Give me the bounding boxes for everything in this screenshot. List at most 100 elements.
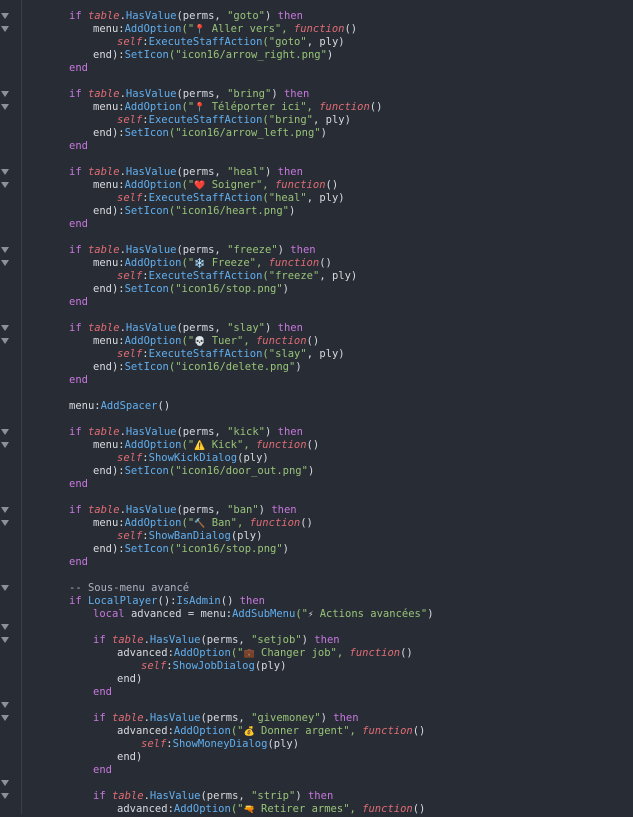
code-line[interactable]: end):SetIcon("icon16/delete.png"): [93, 361, 302, 374]
code-line[interactable]: if table.HasValue(perms, "setjob") then: [93, 634, 340, 647]
code-token: AddSubMenu: [232, 608, 296, 620]
code-line[interactable]: end):SetIcon("icon16/heart.png"): [93, 205, 295, 218]
code-token: end: [69, 374, 88, 386]
fold-arrow-icon[interactable]: [1, 325, 9, 331]
fold-arrow-icon[interactable]: [1, 247, 9, 253]
code-token: ShowMoneyDialog: [172, 738, 268, 750]
emoji-glyph: 📍: [194, 25, 206, 35]
code-token: HasValue: [125, 426, 177, 438]
fold-arrow-icon[interactable]: [1, 442, 9, 448]
fold-arrow-icon[interactable]: [1, 715, 9, 721]
fold-arrow-icon[interactable]: [1, 260, 9, 266]
code-line[interactable]: self:ShowMoneyDialog(ply): [141, 738, 299, 751]
code-line[interactable]: if table.HasValue(perms, "bring") then: [69, 88, 309, 101]
code-token: (): [220, 595, 240, 607]
code-line[interactable]: end): [117, 751, 142, 764]
code-line[interactable]: self:ShowBanDialog(ply): [117, 530, 262, 543]
code-line[interactable]: -- Sous-menu avancé: [69, 582, 189, 595]
code-line[interactable]: end: [93, 686, 112, 699]
code-token: table: [87, 166, 120, 178]
fold-arrow-icon[interactable]: [1, 13, 9, 19]
code-line[interactable]: end: [69, 374, 88, 387]
code-token: (perms,: [200, 790, 252, 802]
code-line[interactable]: end): [117, 673, 142, 686]
code-token: ("icon16/stop.png": [168, 543, 283, 555]
code-line[interactable]: self:ExecuteStaffAction("freeze", ply): [117, 270, 357, 283]
code-token: ExecuteStaffAction: [148, 36, 263, 48]
code-line[interactable]: if table.HasValue(perms, "ban") then: [69, 504, 297, 517]
code-line[interactable]: if table.HasValue(perms, "kick") then: [69, 426, 303, 439]
code-line[interactable]: if table.HasValue(perms, "heal") then: [69, 166, 303, 179]
fold-arrow-icon[interactable]: [1, 182, 9, 188]
code-line[interactable]: end: [69, 140, 88, 153]
fold-arrow-icon[interactable]: [1, 429, 9, 435]
fold-arrow-icon[interactable]: [1, 169, 9, 175]
emoji-glyph: ❄️: [194, 259, 206, 269]
code-line[interactable]: self:ShowJobDialog(ply): [141, 660, 286, 673]
code-line[interactable]: end: [69, 218, 88, 231]
code-line[interactable]: menu:AddSpacer(): [69, 400, 170, 413]
code-line[interactable]: self:ExecuteStaffAction("goto", ply): [117, 36, 345, 49]
fold-arrow-icon[interactable]: [1, 91, 9, 97]
code-line[interactable]: menu:AddOption("❄️ Freeze", function(): [93, 257, 332, 270]
code-line[interactable]: end):SetIcon("icon16/door_out.png"): [93, 465, 314, 478]
fold-arrow-icon[interactable]: [1, 624, 9, 630]
code-line[interactable]: self:ExecuteStaffAction("slay", ply): [117, 348, 345, 361]
code-line[interactable]: menu:AddOption("🔨 Ban", function(): [93, 517, 313, 530]
code-token: AddOption: [173, 803, 231, 815]
code-line[interactable]: menu:AddOption("❤️ Soigner", function(): [93, 179, 338, 192]
fold-arrow-icon[interactable]: [1, 520, 9, 526]
code-line[interactable]: end):SetIcon("icon16/stop.png"): [93, 543, 289, 556]
code-line[interactable]: end: [69, 478, 88, 491]
code-line[interactable]: if table.HasValue(perms, "slay") then: [69, 322, 303, 335]
code-line[interactable]: local advanced = menu:AddSubMenu("⚡ Acti…: [93, 608, 434, 621]
code-token: AddOption: [124, 23, 182, 35]
code-line[interactable]: advanced:AddOption("💼 Changer job", func…: [117, 647, 413, 660]
code-line[interactable]: end):SetIcon("icon16/stop.png"): [93, 283, 289, 296]
code-token: table: [87, 504, 120, 516]
code-line[interactable]: self:ShowKickDialog(ply): [117, 452, 269, 465]
code-line[interactable]: end: [69, 62, 88, 75]
emoji-glyph: 💰: [243, 727, 255, 737]
fold-arrow-icon[interactable]: [1, 338, 9, 344]
code-token: "freeze": [227, 244, 278, 256]
code-line[interactable]: end):SetIcon("icon16/arrow_right.png"): [93, 49, 333, 62]
code-token: advanced:: [117, 803, 174, 815]
code-token: table: [87, 88, 120, 100]
code-editor[interactable]: if table.HasValue(perms, "goto") then men…: [0, 0, 633, 816]
fold-arrow-icon[interactable]: [1, 702, 9, 708]
code-line[interactable]: menu:AddOption("📍 Aller vers", function(…: [93, 23, 357, 36]
code-line[interactable]: if table.HasValue(perms, "goto") then: [69, 10, 303, 23]
code-token: advanced:: [117, 647, 174, 659]
fold-arrow-icon[interactable]: [1, 793, 9, 799]
code-line[interactable]: menu:AddOption("⚠️ Kick", function(): [93, 439, 319, 452]
code-line[interactable]: end: [93, 764, 112, 777]
fold-arrow-icon[interactable]: [1, 507, 9, 513]
code-line[interactable]: end):SetIcon("icon16/arrow_left.png"): [93, 127, 327, 140]
code-line[interactable]: if table.HasValue(perms, "strip") then: [93, 790, 333, 803]
code-line[interactable]: end: [69, 296, 88, 309]
fold-arrow-icon[interactable]: [1, 585, 9, 591]
code-line[interactable]: menu:AddOption("💀 Tuer", function(): [93, 335, 319, 348]
code-line[interactable]: advanced:AddOption("💰 Donner argent", fu…: [117, 725, 425, 738]
code-token: SetIcon: [124, 283, 169, 295]
code-token: end: [69, 296, 88, 308]
code-line[interactable]: if table.HasValue(perms, "freeze") then: [69, 244, 316, 257]
code-line[interactable]: end: [69, 556, 88, 569]
code-line[interactable]: advanced:AddOption("🔫 Retirer armes", fu…: [117, 803, 425, 816]
fold-arrow-icon[interactable]: [1, 104, 9, 110]
code-line[interactable]: if table.HasValue(perms, "givemoney") th…: [93, 712, 359, 725]
code-token: SetIcon: [124, 205, 169, 217]
code-line[interactable]: self:ExecuteStaffAction("heal", ply): [117, 192, 345, 205]
code-line[interactable]: if LocalPlayer():IsAdmin() then: [69, 595, 265, 608]
code-line[interactable]: menu:AddOption("📍 Téléporter ici", funct…: [93, 101, 382, 114]
code-token: table: [87, 322, 120, 334]
code-token: (": [181, 179, 195, 191]
code-line[interactable]: self:ExecuteStaffAction("bring", ply): [117, 114, 351, 127]
fold-arrow-icon[interactable]: [1, 780, 9, 786]
fold-arrow-icon[interactable]: [1, 26, 9, 32]
code-token: (perms,: [176, 10, 228, 22]
fold-arrow-icon[interactable]: [1, 637, 9, 643]
code-token: ExecuteStaffAction: [148, 192, 263, 204]
code-token: self: [117, 192, 143, 204]
